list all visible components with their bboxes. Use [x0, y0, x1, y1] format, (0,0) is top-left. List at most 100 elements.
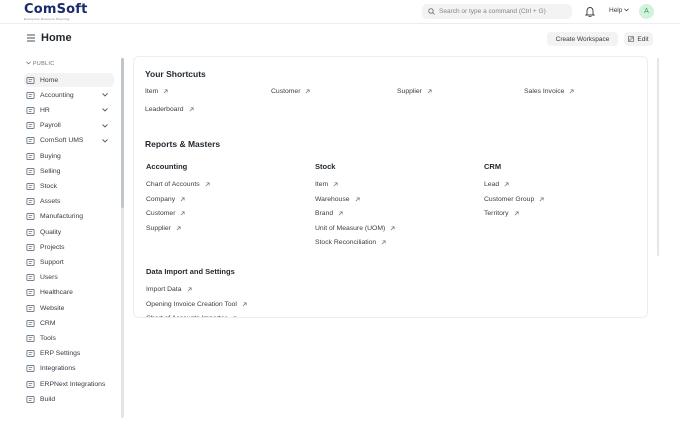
- create-workspace-button[interactable]: Create Workspace: [547, 32, 618, 46]
- sidebar-item-comsoft-ums[interactable]: ComSoft UMS: [24, 134, 114, 148]
- sidebar-item-erpnext-integrations[interactable]: ERPNext Integrations: [24, 377, 114, 391]
- main-scrollbar[interactable]: [657, 58, 659, 256]
- sidebar-item-buying[interactable]: Buying: [24, 149, 114, 163]
- external-arrow-icon: [390, 226, 395, 230]
- sidebar-item-label: Buying: [40, 152, 61, 160]
- sidebar-item-healthcare[interactable]: Healthcare: [24, 286, 114, 300]
- awesomebar[interactable]: [422, 4, 572, 19]
- report-link-chart-of-accounts[interactable]: Chart of Accounts: [146, 181, 210, 188]
- chevron-down-icon[interactable]: [102, 108, 108, 113]
- report-link-customer-group[interactable]: Customer Group: [484, 196, 544, 203]
- sidebar-item-label: Healthcare: [40, 289, 73, 297]
- sidebar-item-crm[interactable]: CRM: [24, 316, 114, 330]
- sidebar-item-build[interactable]: Build: [24, 392, 114, 406]
- quality-icon: [26, 228, 35, 236]
- sidebar-item-support[interactable]: Support: [24, 255, 114, 269]
- chevron-down-icon: [624, 8, 630, 12]
- page-title: Home: [41, 32, 72, 44]
- sidebar-item-label: ComSoft UMS: [40, 137, 84, 145]
- report-link-stock-reconciliation[interactable]: Stock Reconciliation: [315, 239, 386, 246]
- sidebar-item-label: Build: [40, 395, 56, 403]
- help-dropdown[interactable]: Help: [609, 7, 630, 14]
- chevron-down-icon[interactable]: [102, 138, 108, 143]
- external-arrow-icon: [570, 89, 574, 94]
- link-label: Opening Invoice Creation Tool: [146, 300, 237, 308]
- sidebar-section-public[interactable]: PUBLIC: [26, 61, 55, 67]
- sidebar-item-stock[interactable]: Stock: [24, 179, 114, 193]
- reports-column-title: Accounting: [146, 162, 188, 171]
- sidebar-item-users[interactable]: Users: [24, 271, 114, 285]
- sidebar-toggle-icon[interactable]: [27, 34, 35, 42]
- notification-bell-icon[interactable]: [585, 6, 595, 17]
- sidebar-item-hr[interactable]: HR: [24, 103, 114, 117]
- sidebar-item-manufacturing[interactable]: Manufacturing: [24, 210, 114, 224]
- report-link-supplier[interactable]: Supplier: [146, 225, 181, 232]
- shortcut-sales-invoice[interactable]: Sales Invoice: [524, 88, 574, 95]
- shortcut-customer[interactable]: Customer: [271, 88, 310, 95]
- sidebar-item-projects[interactable]: Projects: [24, 240, 114, 254]
- sidebar-item-selling[interactable]: Selling: [24, 164, 114, 178]
- external-arrow-icon: [181, 211, 185, 216]
- logo-text: ComSoft: [24, 2, 88, 17]
- reports-title: Reports & Masters: [145, 139, 221, 149]
- sidebar-item-label: Support: [40, 258, 64, 266]
- report-link-item[interactable]: Item: [315, 181, 338, 188]
- sidebar-item-label: Stock: [40, 182, 57, 190]
- stock-icon: [26, 182, 35, 190]
- sidebar-item-label: Selling: [40, 167, 61, 175]
- external-arrow-icon: [306, 89, 310, 94]
- search-input[interactable]: [439, 8, 569, 15]
- report-link-warehouse[interactable]: Warehouse: [315, 196, 360, 203]
- sidebar-item-home[interactable]: Home: [24, 73, 114, 87]
- report-link-lead[interactable]: Lead: [484, 181, 509, 188]
- support-icon: [26, 258, 35, 266]
- external-arrow-icon: [180, 197, 185, 201]
- external-arrow-icon: [187, 287, 192, 292]
- import-link-import-data[interactable]: Import Data: [146, 286, 192, 293]
- sidebar-item-quality[interactable]: Quality: [24, 225, 114, 239]
- sidebar-item-tools[interactable]: Tools: [24, 331, 114, 345]
- import-link-opening-invoice-creation-tool[interactable]: Opening Invoice Creation Tool: [146, 301, 247, 308]
- report-link-company[interactable]: Company: [146, 196, 185, 203]
- report-link-unit-of-measure-uom[interactable]: Unit of Measure (UOM): [315, 225, 395, 232]
- link-label: Customer: [146, 210, 176, 217]
- sidebar-item-payroll[interactable]: Payroll: [24, 119, 114, 133]
- sidebar-item-label: Assets: [40, 198, 61, 206]
- external-arrow-icon: [381, 240, 386, 245]
- sidebar-item-label: HR: [40, 106, 50, 114]
- sidebar-item-erp-settings[interactable]: ERP Settings: [24, 347, 114, 361]
- ums-icon: [26, 137, 35, 145]
- user-avatar[interactable]: A: [639, 4, 654, 19]
- chevron-down-icon[interactable]: [102, 93, 108, 97]
- data-import-title: Data Import and Settings: [146, 267, 235, 276]
- link-label: Leaderboard: [145, 106, 184, 113]
- report-link-customer[interactable]: Customer: [146, 210, 185, 217]
- hr-icon: [26, 106, 35, 114]
- external-arrow-icon: [333, 182, 338, 187]
- sidebar-item-assets[interactable]: Assets: [24, 195, 114, 209]
- link-label: Lead: [484, 181, 500, 188]
- sidebar-item-website[interactable]: Website: [24, 301, 114, 315]
- report-link-territory[interactable]: Territory: [484, 210, 519, 217]
- sidebar-item-label: Users: [40, 274, 58, 282]
- app-logo[interactable]: ComSoft Enterprise Resource Planning: [24, 3, 88, 21]
- edit-button[interactable]: Edit: [624, 32, 653, 46]
- shortcut-item[interactable]: Item: [145, 88, 168, 95]
- sidebar-item-integrations[interactable]: Integrations: [24, 362, 114, 376]
- sidebar-scrollbar-thumb[interactable]: [121, 58, 124, 208]
- report-link-brand[interactable]: Brand: [315, 210, 343, 217]
- external-arrow-icon: [176, 226, 181, 230]
- link-label: Stock Reconciliation: [315, 239, 377, 246]
- workspace-card: Your Shortcuts Item Customer Supplier Sales…: [133, 56, 648, 318]
- shortcut-supplier[interactable]: Supplier: [397, 88, 432, 95]
- sidebar-item-accounting[interactable]: Accounting: [24, 88, 114, 102]
- import-link-chart-of-accounts-importer[interactable]: Chart of Accounts Importer: [146, 315, 237, 317]
- sidebar-item-label: Quality: [40, 228, 62, 236]
- external-arrow-icon: [539, 197, 544, 201]
- sidebar-section-label: PUBLIC: [32, 61, 55, 67]
- sidebar-item-label: Payroll: [40, 122, 61, 130]
- link-label: Territory: [484, 210, 509, 217]
- shortcuts-title: Your Shortcuts: [145, 69, 206, 79]
- chevron-down-icon[interactable]: [102, 123, 108, 128]
- shortcut-leaderboard[interactable]: Leaderboard: [145, 106, 194, 113]
